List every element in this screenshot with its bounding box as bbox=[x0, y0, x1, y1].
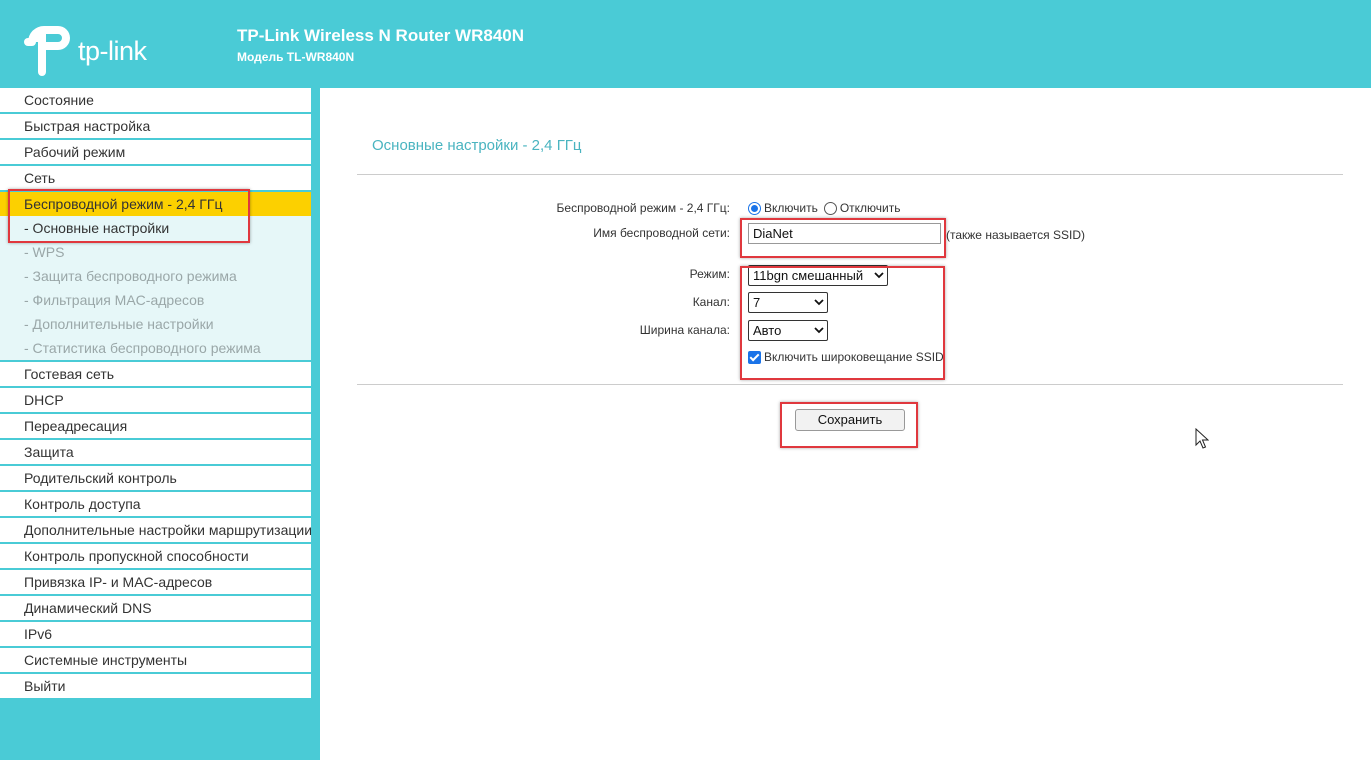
wireless-off-radio[interactable] bbox=[823, 201, 837, 215]
sidebar-subitem-advanced[interactable]: - Дополнительные настройки bbox=[0, 312, 311, 336]
router-title: TP-Link Wireless N Router WR840N bbox=[237, 26, 525, 45]
highlight-mode-settings bbox=[740, 266, 945, 380]
sidebar-item-advanced-routing[interactable]: Дополнительные настройки маршрутизации bbox=[0, 518, 311, 544]
wireless-mode-label: Беспроводной режим - 2,4 ГГц: bbox=[556, 201, 730, 215]
sidebar-item-bandwidth-control[interactable]: Контроль пропускной способности bbox=[0, 544, 311, 570]
sidebar-subitem-wps[interactable]: - WPS bbox=[0, 240, 311, 264]
sidebar-item-guest-network[interactable]: Гостевая сеть bbox=[0, 362, 311, 388]
divider-top bbox=[357, 174, 1343, 175]
highlight-ssid bbox=[740, 218, 946, 258]
mouse-cursor-icon bbox=[1195, 428, 1209, 449]
wireless-off-label: Отключить bbox=[839, 201, 901, 215]
highlight-sidebar-selection bbox=[8, 189, 250, 243]
sidebar-item-quick-setup[interactable]: Быстрая настройка bbox=[0, 114, 311, 140]
sidebar-item-dhcp[interactable]: DHCP bbox=[0, 388, 311, 414]
sidebar-item-ipv6[interactable]: IPv6 bbox=[0, 622, 311, 648]
sidebar-item-logout[interactable]: Выйти bbox=[0, 674, 311, 700]
tp-link-logo-icon bbox=[24, 26, 70, 76]
sidebar-item-access-control[interactable]: Контроль доступа bbox=[0, 492, 311, 518]
divider-bottom bbox=[357, 384, 1343, 385]
sidebar-menu: Состояние Быстрая настройка Рабочий режи… bbox=[0, 88, 311, 700]
main-content: Основные настройки - 2,4 ГГц Беспроводно… bbox=[320, 88, 1371, 760]
sidebar-item-ip-mac-binding[interactable]: Привязка IP- и MAC-адресов bbox=[0, 570, 311, 596]
ssid-label: Имя беспроводной сети: bbox=[593, 226, 730, 240]
tp-link-logo: tp-link bbox=[24, 22, 164, 78]
wireless-on-label: Включить bbox=[764, 201, 818, 215]
sidebar-item-security[interactable]: Защита bbox=[0, 440, 311, 466]
page-title: Основные настройки - 2,4 ГГц bbox=[372, 137, 582, 154]
sidebar-item-dynamic-dns[interactable]: Динамический DNS bbox=[0, 596, 311, 622]
sidebar-subitem-mac-filtering[interactable]: - Фильтрация MAC-адресов bbox=[0, 288, 311, 312]
header-bar: tp-link TP-Link Wireless N Router WR840N… bbox=[0, 0, 1371, 88]
router-model: Модель TL-WR840N bbox=[237, 50, 355, 64]
sidebar-subitem-statistics[interactable]: - Статистика беспроводного режима bbox=[0, 336, 311, 360]
logo-text: tp-link bbox=[78, 36, 147, 66]
ssid-hint: (также называется SSID) bbox=[946, 228, 1085, 242]
channel-width-label: Ширина канала: bbox=[639, 323, 730, 337]
highlight-save bbox=[780, 402, 918, 448]
sidebar-item-status[interactable]: Состояние bbox=[0, 88, 311, 114]
sidebar-item-operation-mode[interactable]: Рабочий режим bbox=[0, 140, 311, 166]
wireless-mode-options: Включить Отключить bbox=[748, 201, 901, 215]
wireless-on-radio[interactable] bbox=[748, 201, 761, 215]
sidebar-subitem-wireless-security[interactable]: - Защита беспроводного режима bbox=[0, 264, 311, 288]
sidebar-item-system-tools[interactable]: Системные инструменты bbox=[0, 648, 311, 674]
sidebar-item-forwarding[interactable]: Переадресация bbox=[0, 414, 311, 440]
sidebar-item-parental-control[interactable]: Родительский контроль bbox=[0, 466, 311, 492]
mode-label: Режим: bbox=[689, 267, 730, 281]
channel-label: Канал: bbox=[692, 295, 730, 309]
